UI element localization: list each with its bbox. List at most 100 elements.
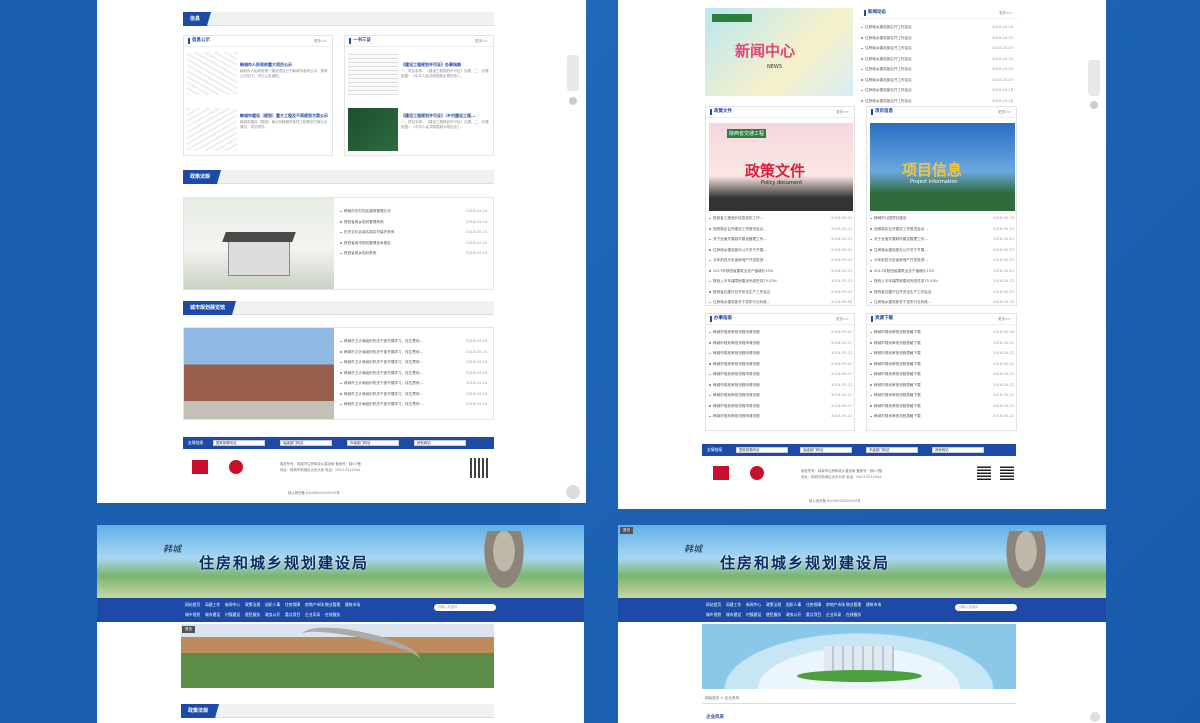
list-item[interactable]: 韩城市规划审批流程表格下载 2018-05-22 (869, 390, 1016, 401)
list-item[interactable]: 今年前四月全省房地产开发投资... 2018-05-23 (869, 255, 1016, 266)
breadcrumb[interactable]: 网站首页 > 企业风采 (705, 696, 739, 701)
nav-item[interactable]: 企业风采 (826, 612, 846, 618)
nav-item[interactable]: 政策法规 (245, 602, 265, 608)
list-item[interactable]: 韩城市规划审批流程表格下载 2018-05-22 (869, 369, 1016, 380)
exhibition-hall-image[interactable] (184, 328, 334, 419)
policy-doc-image[interactable]: 陕西省交通工程 政策文件 Policy document (709, 123, 853, 211)
list-item[interactable]: 韩城市规划审批流程表格下载 2018-05-22 (869, 380, 1016, 391)
list-item[interactable]: 韩城市规划审批流程申请流程 2018-05-22 (708, 390, 854, 401)
list-item[interactable]: 住房城乡建设部召开工作会议 2018-05-18 (860, 85, 1015, 96)
list-item[interactable]: 韩城市卫计局组织机关干部开展学习，传达贯彻... 2018-05-24 (339, 336, 489, 347)
list-item[interactable]: 住房城乡建设部关于发布行业标准... 2018-05-18 (869, 297, 1016, 308)
map-thumbnail[interactable] (187, 52, 237, 95)
nav-item[interactable]: 网站首页 (185, 602, 205, 608)
home-tag[interactable]: 首页 (620, 527, 633, 534)
nav-item[interactable]: 政务公开 (265, 612, 285, 618)
link-select[interactable]: 其他网站 (414, 440, 466, 446)
nav-item[interactable]: 物业管理 (846, 602, 866, 608)
list-item[interactable]: 2017年陕西省建筑业总产值增长13% 2018-05-23 (708, 266, 854, 277)
download-more-link[interactable]: 更多>> (998, 317, 1011, 322)
close-icon[interactable] (1090, 101, 1098, 109)
highway-image[interactable] (181, 624, 494, 688)
list-item[interactable]: 韩城市规划审批流程申请流程 2018-05-22 (708, 359, 854, 370)
nav-item[interactable]: 村镇建设 (746, 612, 766, 618)
list-item[interactable]: 韩城市农村村民建房管理办法 2018-05-14 (339, 206, 489, 217)
list-item[interactable]: 韩城市规划审批流程表格下载 2018-05-22 (869, 401, 1016, 412)
link-select[interactable]: 国家部委网站 (736, 447, 788, 453)
nav-item[interactable]: 建筑市场 (866, 602, 886, 608)
nav-item[interactable]: 企业风采 (305, 612, 325, 618)
list-item[interactable]: 韩城市规划审批流程申请流程 2018-05-22 (708, 348, 854, 359)
search-input[interactable]: 请输入关键词 (955, 604, 1017, 611)
list-item[interactable]: 住房城乡建设部召开工作会议 2018-05-25 (860, 43, 1015, 54)
list-item[interactable]: 韩城市卫计局组织机关干部开展学习，传达贯彻... 2018-05-24 (339, 368, 489, 379)
nav-item[interactable]: 城市建设 (205, 612, 225, 618)
list-item[interactable]: 住房城乡建设部关于发布行业标准... 2018-05-18 (708, 297, 854, 308)
side-toolbar[interactable] (1088, 60, 1100, 96)
close-icon[interactable] (569, 97, 577, 105)
nav-item[interactable]: 局建工作 (205, 602, 225, 608)
policy-doc-more-link[interactable]: 更多>> (836, 110, 849, 115)
list-item[interactable]: 住房城乡建设部召开工作会议 2018-05-25 (860, 54, 1015, 65)
list-item[interactable]: 陕西省城乡规划条例 2018-05-10 (339, 248, 489, 259)
link-select[interactable]: 省级部门网站 (280, 440, 332, 446)
list-item[interactable]: 陕西上半年保障房建设完成任务75.53% 2018-05-23 (869, 276, 1016, 287)
nav-item[interactable]: 便民服务 (245, 612, 265, 618)
list-item[interactable]: 韩城市规划审批流程表格下载 2018-05-16 (869, 327, 1016, 338)
nav-item[interactable]: 村镇建设 (225, 612, 245, 618)
nav-item[interactable]: 网站首页 (706, 602, 726, 608)
list-item[interactable]: 韩城市规划审批流程申请流程 2018-05-22 (708, 411, 854, 422)
list-item[interactable]: 西咸新区召开建设工作推进会议... 2018-05-23 (869, 224, 1016, 235)
nav-item[interactable]: 城市建设 (726, 612, 746, 618)
list-item[interactable]: 住房城乡建设部办公厅关于开展... 2018-05-23 (708, 245, 854, 256)
nav-item[interactable]: 重点项目 (806, 612, 826, 618)
nav-item[interactable]: 建筑市场 (345, 602, 365, 608)
nav-item[interactable]: 新闻中心 (746, 602, 766, 608)
list-item[interactable]: 陕西省城乡规划管理条例 2018-05-14 (339, 217, 489, 228)
list-item[interactable]: 住房城乡建设部办公厅关于开展... 2018-05-23 (869, 245, 1016, 256)
list-item[interactable]: 韩城市卫计局组织机关干部开展学习，传达贯彻... 2018-05-24 (339, 378, 489, 389)
nav-item[interactable]: 组织人事 (265, 602, 285, 608)
list-item[interactable]: 韩城市卫计局组织机关干部开展学习，传达贯彻... 2018-05-24 (339, 357, 489, 368)
list-item[interactable]: 关于全面开展城市建设管理工作... 2018-05-23 (708, 234, 854, 245)
home-tag[interactable]: 首页 (182, 626, 195, 633)
project-more-link[interactable]: 更多>> (998, 110, 1011, 115)
link-select[interactable]: 其他网站 (932, 447, 984, 453)
list-item[interactable]: 陕西省住建厅召开安全生产工作会议 2018-05-23 (708, 287, 854, 298)
search-input[interactable]: 请输入关键词 (434, 604, 496, 611)
list-item[interactable]: 韩城市规划审批流程表格下载 2018-05-22 (869, 338, 1016, 349)
list-item[interactable]: 陕西省住建厅召开安全生产工作会议 2018-05-23 (869, 287, 1016, 298)
nav-item[interactable]: 重点项目 (285, 612, 305, 618)
list-item[interactable]: 住房城乡建设部召开工作会议 2018-05-25 (860, 33, 1015, 44)
list-item[interactable]: 韩城市规划审批流程申请流程 2018-05-22 (708, 338, 854, 349)
certificate-item-title[interactable]: 《建设工程规划许可证》办事指南 (401, 62, 461, 68)
list-item[interactable]: 2017年陕西省建筑业总产值增长13% 2018-05-23 (869, 266, 1016, 277)
link-select[interactable]: 市级部门网站 (866, 447, 918, 453)
nav-item[interactable]: 新闻中心 (225, 602, 245, 608)
list-item[interactable]: 韩城市卫计局组织机关干部开展学习，传达贯彻... 2018-05-24 (339, 347, 489, 358)
link-select[interactable]: 省级部门网站 (800, 447, 852, 453)
list-item[interactable]: 韩城市规划审批流程申请流程 2018-05-22 (708, 401, 854, 412)
list-item[interactable]: 韩城市公园项目建设 2018-05-18 (869, 213, 1016, 224)
link-select[interactable]: 市级部门网站 (347, 440, 399, 446)
city-dome-image[interactable] (702, 624, 1016, 689)
list-item[interactable]: 住房城乡建设部召开工作会议 2018-05-25 (860, 75, 1015, 86)
notice-more-link[interactable]: 更多>> (314, 39, 327, 44)
nav-item[interactable]: 城乡规划 (185, 612, 205, 618)
list-item[interactable]: 住房城乡建设部召开工作会议 2018-05-18 (860, 96, 1015, 107)
link-select[interactable]: 国家部委网站 (213, 440, 265, 446)
certificate-thumbnail[interactable] (348, 108, 398, 151)
notice-item-title[interactable]: 韩城市人民政府重大项目公示 (240, 62, 292, 68)
house-image[interactable] (184, 198, 334, 289)
nav-item[interactable]: 在线服务 (846, 612, 866, 618)
list-item[interactable]: 韩城市规划审批流程申请流程 2018-05-22 (708, 327, 854, 338)
nav-item[interactable]: 住房保障 (285, 602, 305, 608)
list-item[interactable]: 韩城市卫计局组织机关干部开展学习，传达贯彻... 2018-05-24 (339, 399, 489, 410)
nav-item[interactable]: 在线服务 (325, 612, 345, 618)
list-item[interactable]: 住房城乡建设部召开工作会议 2018-05-28 (860, 22, 1015, 33)
list-item[interactable]: 今年前四月全省房地产开发投资... 2018-05-23 (708, 255, 854, 266)
nav-item[interactable]: 政策法规 (766, 602, 786, 608)
nav-item[interactable]: 组织人事 (786, 602, 806, 608)
guide-more-link[interactable]: 更多>> (836, 317, 849, 322)
nav-item[interactable]: 物业管理 (325, 602, 345, 608)
